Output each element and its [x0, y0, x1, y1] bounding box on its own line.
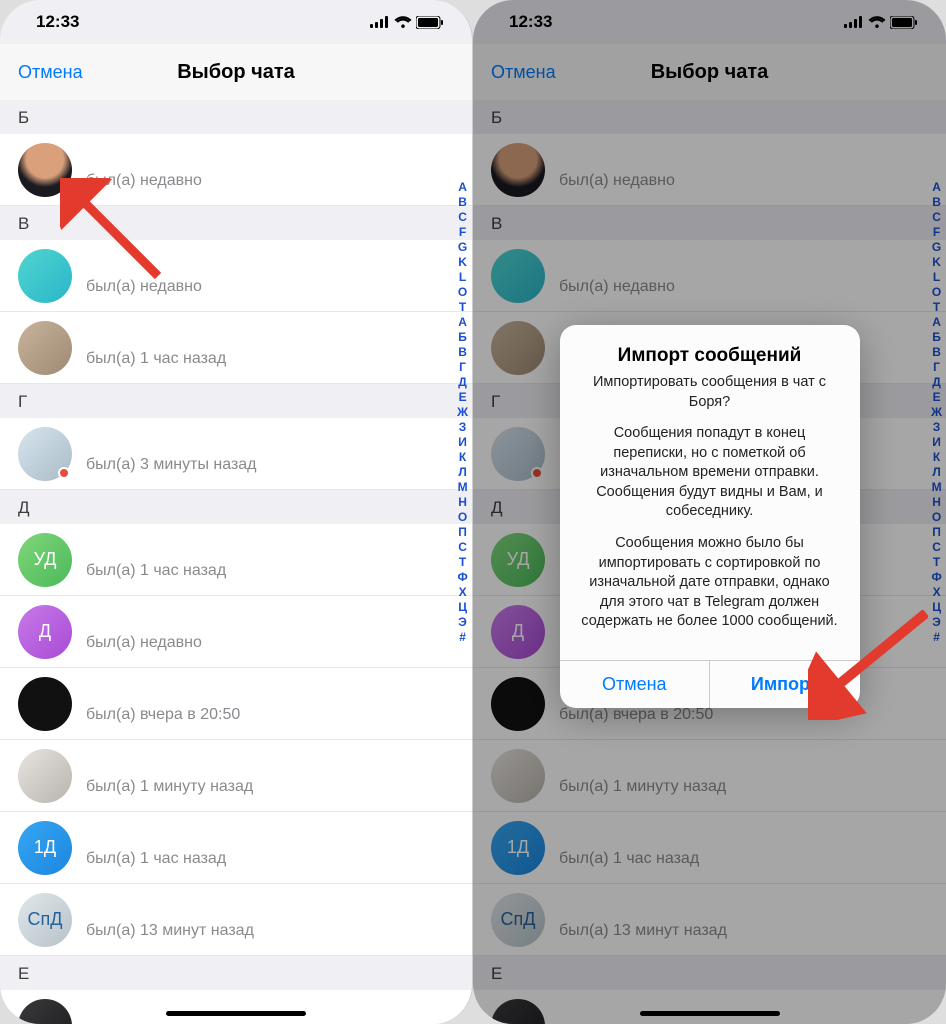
chat-row[interactable]: СпД был(а) 13 минут назад [0, 884, 472, 956]
index-letter[interactable]: З [459, 420, 467, 434]
index-letter[interactable]: Г [459, 360, 466, 374]
annotation-arrow [808, 610, 928, 720]
index-letter[interactable]: L [459, 270, 466, 284]
chat-status: был(а) 1 минуту назад [86, 778, 454, 796]
chat-name-redacted [86, 612, 307, 632]
chat-name-redacted [86, 434, 307, 454]
section-header: Е [0, 956, 472, 990]
status-bar: 12:33 [0, 0, 472, 44]
chat-row[interactable]: был(а) 3 минуты назад [0, 990, 472, 1024]
avatar: 1Д [18, 821, 72, 875]
index-letter[interactable]: Х [459, 585, 467, 599]
phone-right: 12:33 Отмена Выбор чата Ббыл(а) недавноВ… [473, 0, 946, 1024]
index-letter[interactable]: М [458, 480, 468, 494]
avatar [18, 749, 72, 803]
chat-row[interactable]: 1Д был(а) 1 час назад [0, 812, 472, 884]
avatar [18, 321, 72, 375]
index-letter[interactable]: T [459, 300, 466, 314]
avatar: УД [18, 533, 72, 587]
index-letter[interactable]: Э [458, 615, 467, 629]
battery-icon [416, 16, 444, 29]
chat-name-redacted [86, 328, 307, 348]
chat-status: был(а) 3 минуты назад [86, 456, 454, 474]
chat-name-redacted [86, 684, 307, 704]
dialog-message: Импортировать сообщения в чат с Боря? Со… [578, 373, 842, 632]
index-letter[interactable]: С [458, 540, 467, 554]
dialog-title: Импорт сообщений [578, 345, 842, 367]
nav-bar: Отмена Выбор чата [0, 44, 472, 100]
chat-name-redacted [86, 540, 307, 560]
section-index[interactable]: ABCFGKLOTАБВГДЕЖЗИКЛМНОПСТФХЦЭ# [457, 180, 468, 644]
index-letter[interactable]: Ж [457, 405, 468, 419]
chat-row[interactable]: был(а) вчера в 20:50 [0, 668, 472, 740]
index-letter[interactable]: О [458, 510, 467, 524]
index-letter[interactable]: В [458, 345, 467, 359]
status-time: 12:33 [36, 12, 79, 32]
index-letter[interactable]: G [458, 240, 467, 254]
index-letter[interactable]: Т [459, 555, 466, 569]
chat-status: был(а) 1 час назад [86, 562, 454, 580]
index-letter[interactable]: Ц [458, 600, 467, 614]
chat-name-redacted [86, 150, 307, 170]
chat-status: был(а) вчера в 20:50 [86, 706, 454, 724]
avatar [18, 427, 72, 481]
index-letter[interactable]: П [458, 525, 467, 539]
avatar [18, 999, 72, 1024]
index-letter[interactable]: Д [458, 375, 467, 389]
wifi-icon [394, 16, 412, 28]
chat-status: был(а) 1 час назад [86, 850, 454, 868]
index-letter[interactable]: Б [458, 330, 467, 344]
avatar [18, 677, 72, 731]
avatar: СпД [18, 893, 72, 947]
cellular-icon [370, 16, 390, 28]
section-header: Б [0, 100, 472, 134]
home-indicator [166, 1011, 306, 1016]
annotation-arrow [60, 178, 170, 288]
index-letter[interactable]: F [459, 225, 466, 239]
status-icons [370, 16, 444, 29]
cancel-button[interactable]: Отмена [18, 62, 83, 83]
index-letter[interactable]: # [459, 630, 466, 644]
index-letter[interactable]: Е [459, 390, 467, 404]
index-letter[interactable]: Ф [457, 570, 467, 584]
index-letter[interactable]: К [459, 450, 466, 464]
index-letter[interactable]: Л [458, 465, 466, 479]
index-letter[interactable]: K [458, 255, 467, 269]
section-header: Г [0, 384, 472, 418]
chat-row[interactable]: Дбыл(а) недавно [0, 596, 472, 668]
index-letter[interactable]: A [458, 180, 467, 194]
chat-row[interactable]: был(а) 3 минуты назад [0, 418, 472, 490]
index-letter[interactable]: А [458, 315, 467, 329]
chat-name-redacted [86, 900, 307, 920]
chat-row[interactable]: был(а) 1 минуту назад [0, 740, 472, 812]
index-letter[interactable]: C [458, 210, 467, 224]
section-header: Д [0, 490, 472, 524]
chat-status: был(а) недавно [86, 634, 454, 652]
chat-name-redacted [86, 756, 307, 776]
chat-status: был(а) 13 минут назад [86, 922, 454, 940]
chat-status: был(а) 1 час назад [86, 350, 454, 368]
chat-name-redacted [86, 828, 307, 848]
index-letter[interactable]: И [458, 435, 467, 449]
chat-row[interactable]: был(а) 1 час назад [0, 312, 472, 384]
index-letter[interactable]: Н [458, 495, 467, 509]
avatar: Д [18, 605, 72, 659]
dialog-cancel-button[interactable]: Отмена [560, 661, 710, 708]
chat-row[interactable]: УД был(а) 1 час назад [0, 524, 472, 596]
index-letter[interactable]: B [458, 195, 467, 209]
phone-left: 12:33 Отмена Выбор чата Ббыл(а) недавно В… [0, 0, 473, 1024]
index-letter[interactable]: O [458, 285, 467, 299]
